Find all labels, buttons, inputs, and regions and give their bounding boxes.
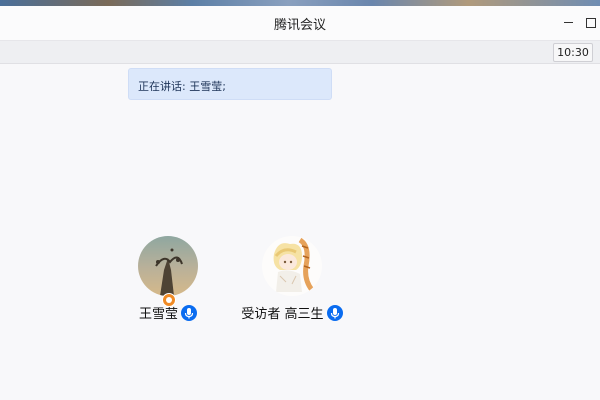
meeting-clock: 10:30 (553, 43, 593, 62)
participant-name-row: 受访者 高三生 (232, 303, 352, 322)
mic-on-icon[interactable] (326, 304, 343, 321)
host-badge-icon (162, 293, 176, 307)
maximize-button[interactable] (586, 18, 596, 28)
participant-name: 受访者 高三生 (241, 307, 324, 322)
window-title: 腾讯会议 (273, 18, 326, 33)
speaking-indicator-banner: 正在讲话: 王雪莹; (128, 68, 332, 100)
title-bar: 腾讯会议 (0, 6, 600, 41)
participant-tile[interactable]: 受访者 高三生 (232, 236, 352, 322)
speaking-indicator-text: 正在讲话: 王雪莹; (138, 80, 226, 93)
participant-tile[interactable]: 王雪莹 (108, 236, 228, 322)
avatar-landscape (138, 236, 198, 296)
meeting-toolbar: 10:30 (0, 41, 600, 64)
mic-on-icon[interactable] (181, 304, 197, 321)
minimize-button[interactable] (563, 15, 575, 29)
avatar-anime-character (262, 236, 322, 296)
